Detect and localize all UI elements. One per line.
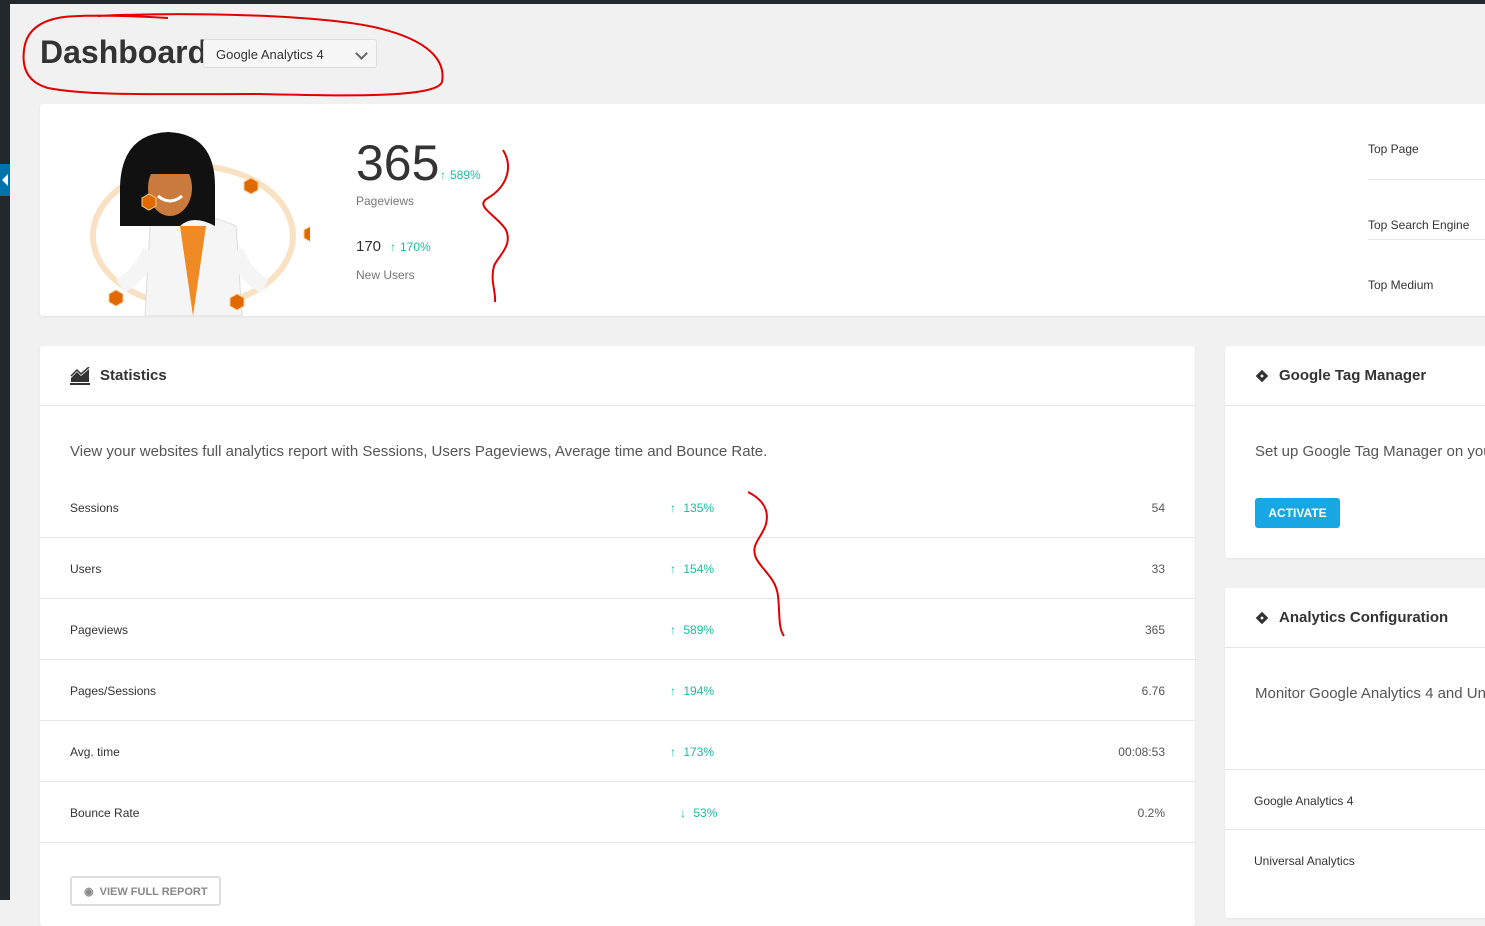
- stat-change: ↑ 173%: [670, 745, 714, 759]
- stat-row-pageviews: Pageviews ↑ 589% 365: [40, 599, 1195, 660]
- stat-change: ↑ 194%: [670, 684, 714, 698]
- pageviews-value: 365: [356, 135, 440, 191]
- arrow-up-icon: ↑: [670, 501, 676, 515]
- mascot-illustration: [90, 132, 310, 316]
- stat-name: Bounce Rate: [70, 806, 140, 820]
- new-users-value: 170: [356, 238, 382, 255]
- new-users-change: ↑ 170%: [390, 240, 431, 254]
- stat-change-text: 135%: [683, 501, 715, 515]
- arrow-up-icon: ↑: [670, 623, 676, 637]
- stat-change-text: 173%: [683, 745, 715, 759]
- stat-change: ↑ 154%: [670, 562, 714, 576]
- statistics-table: Sessions ↑ 135% 54 Users ↑ 154% 33 Pagev…: [40, 477, 1195, 843]
- stat-name: Pages/Sessions: [70, 684, 157, 698]
- pageviews-change-text: 589%: [450, 168, 481, 182]
- gtm-title: Google Tag Manager: [1279, 367, 1427, 384]
- stat-value: 00:08:53: [1118, 745, 1165, 759]
- statistics-card: Statistics View your websites full analy…: [40, 346, 1195, 926]
- statistics-title: Statistics: [100, 367, 167, 384]
- arrow-up-icon: ↑: [670, 684, 676, 698]
- stat-value: 33: [1151, 562, 1165, 576]
- stat-row-avg-time: Avg. time ↑ 173% 00:08:53: [40, 721, 1195, 782]
- statistics-description: View your websites full analytics report…: [70, 443, 768, 460]
- activate-button[interactable]: ACTIVATE: [1255, 498, 1340, 528]
- arrow-up-icon: ↑: [440, 168, 446, 182]
- google-tag-manager-card: Google Tag Manager Set up Google Tag Man…: [1225, 346, 1485, 558]
- admin-sidebar: [0, 0, 10, 900]
- analytics-config-header: Analytics Configuration: [1225, 588, 1485, 648]
- stat-value: 54: [1151, 501, 1165, 515]
- gtm-header: Google Tag Manager: [1225, 346, 1485, 406]
- stat-value: 365: [1144, 623, 1165, 637]
- pageviews-label: Pageviews: [356, 194, 415, 208]
- admin-top-bar: [0, 0, 1485, 4]
- top-list: Top Page Top Search Engine Top Medium: [1368, 104, 1485, 300]
- chevron-down-icon: [355, 47, 368, 60]
- top-search-engine-item[interactable]: Top Search Engine: [1368, 180, 1485, 240]
- arrow-up-icon: ↑: [670, 562, 676, 576]
- new-users-label: New Users: [356, 268, 415, 282]
- stat-row-bounce-rate: Bounce Rate ↓ 53% 0.2%: [40, 782, 1195, 843]
- statistics-header: Statistics: [40, 346, 1195, 406]
- arrow-down-icon: ↓: [680, 806, 686, 820]
- config-item-universal[interactable]: Universal Analytics: [1225, 829, 1485, 889]
- arrow-up-icon: ↑: [670, 745, 676, 759]
- top-page-item[interactable]: Top Page: [1368, 104, 1485, 180]
- chart-area-icon: [70, 366, 90, 385]
- view-full-report-button[interactable]: ◉ VIEW FULL REPORT: [70, 876, 221, 906]
- collapse-menu-tab[interactable]: [0, 164, 10, 196]
- pageviews-change: ↑ 589%: [440, 168, 481, 182]
- stat-change-text: 194%: [683, 684, 715, 698]
- stat-name: Users: [70, 562, 102, 576]
- analytics-version-value: Google Analytics 4: [216, 47, 324, 62]
- stat-change: ↑ 589%: [670, 623, 714, 637]
- top-medium-item[interactable]: Top Medium: [1368, 240, 1485, 300]
- diamond-icon: [1255, 611, 1269, 624]
- stat-name: Avg. time: [70, 745, 120, 759]
- stat-row-pages-sessions: Pages/Sessions ↑ 194% 6.76: [40, 660, 1195, 721]
- analytics-config-title: Analytics Configuration: [1279, 609, 1449, 626]
- stat-value: 0.2%: [1137, 806, 1165, 820]
- stat-change-text: 53%: [693, 806, 718, 820]
- overview-card: 365 ↑ 589% Pageviews 170 ↑ 170% New Users …: [40, 104, 1485, 316]
- stat-value: 6.76: [1141, 684, 1165, 698]
- analytics-config-description: Monitor Google Analytics 4 and Univ: [1255, 685, 1485, 702]
- stat-row-sessions: Sessions ↑ 135% 54: [40, 477, 1195, 538]
- new-users-change-text: 170%: [400, 240, 431, 254]
- arrow-up-icon: ↑: [390, 240, 396, 254]
- diamond-icon: [1255, 369, 1269, 382]
- gtm-description: Set up Google Tag Manager on your: [1255, 443, 1485, 460]
- eye-icon: ◉: [84, 886, 94, 898]
- stat-change-text: 154%: [683, 562, 715, 576]
- page-title: Dashboard: [40, 34, 208, 70]
- stat-name: Pageviews: [70, 623, 129, 637]
- arrow-left-icon: [2, 174, 8, 186]
- stat-change-text: 589%: [683, 623, 715, 637]
- analytics-version-select[interactable]: Google Analytics 4: [203, 39, 377, 68]
- stat-change: ↑ 135%: [670, 501, 714, 515]
- config-item-ga4[interactable]: Google Analytics 4: [1225, 769, 1485, 829]
- view-full-report-label: VIEW FULL REPORT: [99, 886, 208, 898]
- stat-change: ↓ 53%: [680, 806, 717, 820]
- stat-row-users: Users ↑ 154% 33: [40, 538, 1195, 599]
- stat-name: Sessions: [70, 501, 119, 515]
- analytics-configuration-card: Analytics Configuration Monitor Google A…: [1225, 588, 1485, 918]
